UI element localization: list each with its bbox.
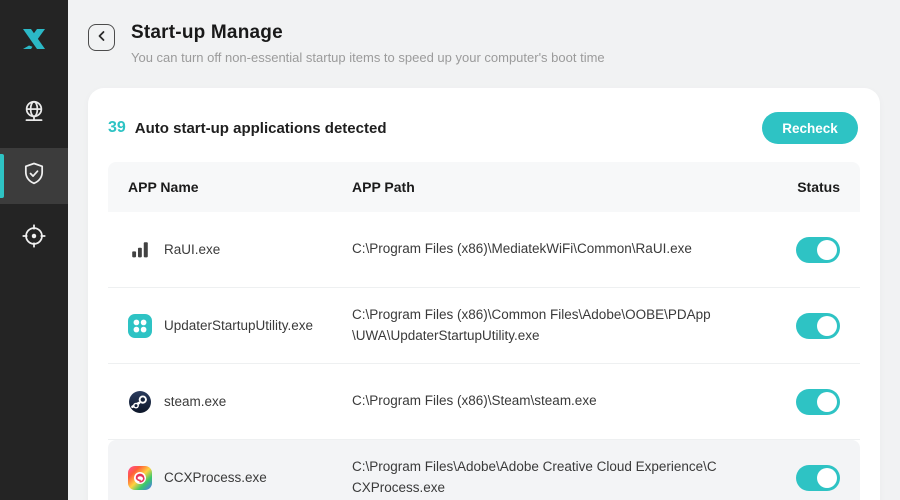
- toggle-knob: [817, 467, 837, 488]
- sidebar: [0, 0, 68, 500]
- sidebar-item-security[interactable]: [0, 148, 68, 204]
- status-cell: [737, 236, 840, 263]
- app-window: Start-up Manage You can turn off non-ess…: [0, 0, 900, 500]
- startup-toggle[interactable]: [796, 312, 840, 339]
- page-subtitle: You can turn off non-essential startup i…: [131, 50, 605, 65]
- toggle-knob: [817, 315, 837, 336]
- table-row: steam.exe C:\Program Files (x86)\Steam\st…: [108, 364, 860, 440]
- app-name: CCXProcess.exe: [164, 469, 267, 485]
- sidebar-nav: [0, 86, 68, 272]
- table-header-row: APP Name APP Path Status: [108, 162, 860, 212]
- app-path: C:\Program Files (x86)\Steam\steam.exe: [352, 393, 597, 409]
- recheck-button[interactable]: Recheck: [762, 112, 858, 144]
- startup-panel: 39 Auto start-up applications detected R…: [88, 88, 880, 500]
- chevron-left-icon: [96, 30, 108, 45]
- shield-check-icon: [20, 160, 48, 193]
- steam-icon: [128, 390, 152, 414]
- startup-toggle[interactable]: [796, 464, 840, 491]
- table-row: CCXProcess.exe C:\Program Files\Adobe\Ado…: [108, 440, 860, 500]
- status-cell: [737, 464, 840, 491]
- page-title: Start-up Manage: [131, 22, 283, 43]
- app-name-cell: steam.exe: [128, 390, 352, 414]
- app-name-cell: UpdaterStartupUtility.exe: [128, 313, 352, 338]
- startup-apps-table: APP Name APP Path Status RaUI.exe C:\Prog…: [108, 162, 860, 500]
- column-header-app-name: APP Name: [128, 179, 199, 195]
- signal-bars-icon: [128, 238, 152, 262]
- app-name: RaUI.exe: [164, 241, 221, 257]
- x-logo-icon: [23, 29, 45, 49]
- sidebar-item-network[interactable]: [0, 86, 68, 142]
- detected-count-label: Auto start-up applications detected: [134, 119, 387, 137]
- toggle-knob: [817, 239, 837, 260]
- globe-icon: [20, 98, 48, 131]
- sidebar-item-scan[interactable]: [0, 210, 68, 266]
- table-body: RaUI.exe C:\Program Files (x86)\MediatekW…: [108, 212, 860, 500]
- page-header: Start-up Manage You can turn off non-ess…: [68, 0, 900, 65]
- target-icon: [20, 222, 48, 255]
- app-name-cell: RaUI.exe: [128, 238, 352, 262]
- toggle-knob: [817, 391, 837, 412]
- table-row: RaUI.exe C:\Program Files (x86)\MediatekW…: [108, 212, 860, 288]
- column-header-app-path: APP Path: [352, 179, 415, 195]
- app-name-cell: CCXProcess.exe: [128, 465, 352, 490]
- creative-cloud-icon: [128, 465, 152, 490]
- status-cell: [737, 388, 840, 415]
- status-cell: [737, 312, 840, 339]
- startup-toggle[interactable]: [796, 388, 840, 415]
- panel-header: 39 Auto start-up applications detected R…: [88, 88, 880, 162]
- app-name: UpdaterStartupUtility.exe: [164, 317, 314, 333]
- app-path: C:\Program Files\Adobe\Adobe Creative Cl…: [352, 459, 717, 495]
- startup-toggle[interactable]: [796, 236, 840, 263]
- back-button[interactable]: [88, 24, 115, 51]
- app-logo: [17, 22, 51, 56]
- adobe-updater-icon: [128, 313, 152, 338]
- detected-count: 39: [108, 119, 126, 136]
- main-content: Start-up Manage You can turn off non-ess…: [68, 0, 900, 500]
- app-name: steam.exe: [164, 393, 227, 409]
- table-row: UpdaterStartupUtility.exe C:\Program File…: [108, 288, 860, 364]
- app-path: C:\Program Files (x86)\MediatekWiFi\Comm…: [352, 241, 692, 257]
- app-path: C:\Program Files (x86)\Common Files\Adob…: [352, 307, 711, 343]
- column-header-status: Status: [797, 179, 840, 195]
